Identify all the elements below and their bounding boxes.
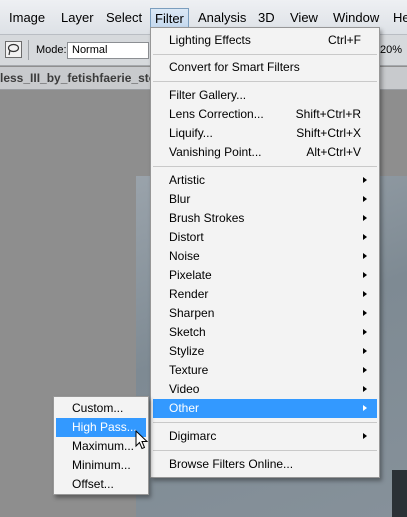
submenu-arrow-icon bbox=[363, 367, 367, 373]
menu-item-label: Pixelate bbox=[169, 268, 212, 282]
menu-item-label: Video bbox=[169, 382, 200, 396]
options-divider bbox=[28, 40, 29, 60]
mouse-pointer-icon bbox=[135, 430, 149, 450]
submenu-item-maximum[interactable]: Maximum... bbox=[56, 437, 146, 456]
menu-item-label: Browse Filters Online... bbox=[169, 457, 294, 471]
mode-select[interactable]: Normal bbox=[67, 42, 149, 59]
submenu-arrow-icon bbox=[363, 272, 367, 278]
submenu-item-label: Minimum... bbox=[72, 458, 131, 472]
menu-separator bbox=[153, 422, 377, 423]
submenu-item-label: Custom... bbox=[72, 401, 124, 415]
menu-separator bbox=[153, 54, 377, 55]
submenu-item-minimum[interactable]: Minimum... bbox=[56, 456, 146, 475]
menu-separator bbox=[153, 166, 377, 167]
menu-item-label: Sketch bbox=[169, 325, 206, 339]
menu-item-render[interactable]: Render bbox=[153, 285, 377, 304]
submenu-arrow-icon bbox=[363, 234, 367, 240]
menu-item-lighting-effects[interactable]: Lighting Effects Ctrl+F bbox=[153, 31, 377, 50]
menu-3d[interactable]: 3D bbox=[258, 10, 275, 26]
submenu-arrow-icon bbox=[363, 310, 367, 316]
submenu-arrow-icon bbox=[363, 405, 367, 411]
filter-menu: Lighting Effects Ctrl+F Convert for Smar… bbox=[150, 27, 380, 478]
menu-item-label: Brush Strokes bbox=[169, 211, 245, 225]
menu-item-label: Distort bbox=[169, 230, 204, 244]
menu-item-other[interactable]: Other bbox=[153, 399, 377, 418]
submenu-item-high-pass[interactable]: High Pass... bbox=[56, 418, 146, 437]
document-image-shadow bbox=[392, 470, 407, 517]
submenu-item-label: High Pass... bbox=[72, 420, 137, 434]
submenu-item-label: Maximum... bbox=[72, 439, 135, 453]
submenu-arrow-icon bbox=[363, 386, 367, 392]
submenu-arrow-icon bbox=[363, 196, 367, 202]
menu-item-vanishing-point[interactable]: Vanishing Point... Alt+Ctrl+V bbox=[153, 143, 377, 162]
menu-filter[interactable]: Filter bbox=[150, 8, 189, 29]
menu-item-label: Other bbox=[169, 401, 200, 415]
menu-item-digimarc[interactable]: Digimarc bbox=[153, 427, 377, 446]
menu-item-label: Noise bbox=[169, 249, 200, 263]
lasso-tool-icon[interactable] bbox=[5, 41, 22, 58]
menu-item-texture[interactable]: Texture bbox=[153, 361, 377, 380]
menu-item-video[interactable]: Video bbox=[153, 380, 377, 399]
menu-view[interactable]: View bbox=[290, 10, 318, 26]
menu-item-label: Lighting Effects bbox=[169, 33, 251, 47]
document-title: less_III_by_fetishfaerie_stock bbox=[0, 71, 170, 85]
menu-item-shortcut: Ctrl+F bbox=[328, 33, 361, 47]
submenu-item-custom[interactable]: Custom... bbox=[56, 399, 146, 418]
menu-item-sketch[interactable]: Sketch bbox=[153, 323, 377, 342]
menu-item-lens-correction[interactable]: Lens Correction... Shift+Ctrl+R bbox=[153, 105, 377, 124]
menu-help[interactable]: He bbox=[393, 10, 407, 26]
menu-item-stylize[interactable]: Stylize bbox=[153, 342, 377, 361]
menu-item-label: Digimarc bbox=[169, 429, 217, 443]
menu-item-filter-gallery[interactable]: Filter Gallery... bbox=[153, 86, 377, 105]
menu-item-shortcut: Alt+Ctrl+V bbox=[306, 145, 361, 159]
menu-analysis[interactable]: Analysis bbox=[198, 10, 246, 26]
menu-item-blur[interactable]: Blur bbox=[153, 190, 377, 209]
menu-item-label: Convert for Smart Filters bbox=[169, 60, 300, 74]
menu-item-brush-strokes[interactable]: Brush Strokes bbox=[153, 209, 377, 228]
menu-item-sharpen[interactable]: Sharpen bbox=[153, 304, 377, 323]
submenu-arrow-icon bbox=[363, 348, 367, 354]
menu-item-distort[interactable]: Distort bbox=[153, 228, 377, 247]
menu-item-liquify[interactable]: Liquify... Shift+Ctrl+X bbox=[153, 124, 377, 143]
menu-item-browse-filters-online[interactable]: Browse Filters Online... bbox=[153, 455, 377, 474]
menu-item-artistic[interactable]: Artistic bbox=[153, 171, 377, 190]
submenu-arrow-icon bbox=[363, 291, 367, 297]
menu-item-convert-smart-filters[interactable]: Convert for Smart Filters bbox=[153, 58, 377, 77]
menu-item-shortcut: Shift+Ctrl+R bbox=[295, 107, 361, 121]
menu-image[interactable]: Image bbox=[9, 10, 45, 26]
menu-select[interactable]: Select bbox=[106, 10, 142, 26]
menu-item-label: Liquify... bbox=[169, 126, 213, 140]
submenu-item-label: Offset... bbox=[72, 477, 114, 491]
menu-item-label: Blur bbox=[169, 192, 191, 206]
submenu-arrow-icon bbox=[363, 177, 367, 183]
mode-label: Mode: bbox=[36, 44, 67, 56]
submenu-item-offset[interactable]: Offset... bbox=[56, 475, 146, 494]
menu-item-shortcut: Shift+Ctrl+X bbox=[296, 126, 361, 140]
menu-item-pixelate[interactable]: Pixelate bbox=[153, 266, 377, 285]
submenu-arrow-icon bbox=[363, 215, 367, 221]
menu-separator bbox=[153, 450, 377, 451]
submenu-arrow-icon bbox=[363, 329, 367, 335]
menu-item-label: Vanishing Point... bbox=[169, 145, 262, 159]
menu-item-label: Artistic bbox=[169, 173, 205, 187]
menu-layer[interactable]: Layer bbox=[61, 10, 94, 26]
menu-item-label: Stylize bbox=[169, 344, 205, 358]
menu-window[interactable]: Window bbox=[333, 10, 379, 26]
menu-item-label: Texture bbox=[169, 363, 209, 377]
menu-item-label: Lens Correction... bbox=[169, 107, 264, 121]
menu-item-noise[interactable]: Noise bbox=[153, 247, 377, 266]
lasso-glyph-icon bbox=[7, 43, 20, 56]
opacity-value[interactable]: 20% bbox=[380, 44, 402, 56]
menu-item-label: Sharpen bbox=[169, 306, 215, 320]
menu-item-label: Filter Gallery... bbox=[169, 88, 247, 102]
menu-item-label: Render bbox=[169, 287, 209, 301]
menu-separator bbox=[153, 81, 377, 82]
submenu-arrow-icon bbox=[363, 433, 367, 439]
submenu-arrow-icon bbox=[363, 253, 367, 259]
